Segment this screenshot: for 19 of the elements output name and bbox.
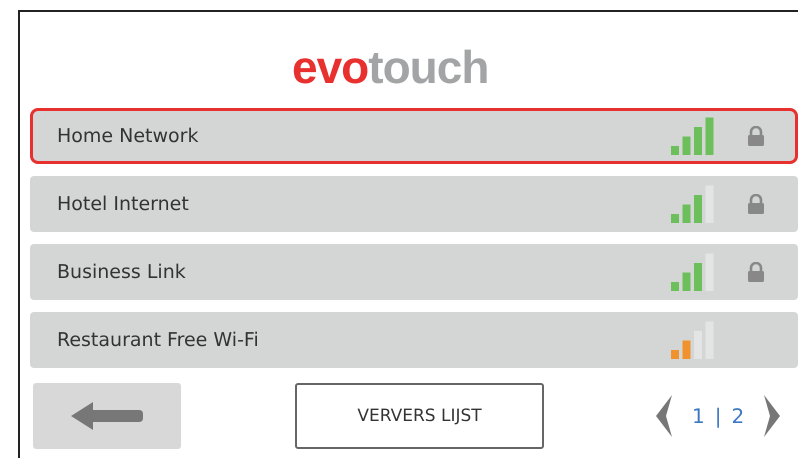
network-list-item[interactable]: Business Link (30, 244, 798, 300)
network-list-item[interactable]: Restaurant Free Wi-Fi (30, 312, 798, 368)
current-page-number: 1 (692, 404, 705, 428)
page-separator: | (714, 404, 722, 428)
left-arrow-icon (71, 402, 143, 430)
back-button[interactable] (33, 383, 181, 449)
network-list-item[interactable]: Hotel Internet (30, 176, 798, 232)
logo: evotouch (292, 42, 488, 92)
chevron-right-icon (762, 395, 782, 437)
previous-page-button[interactable] (654, 395, 674, 437)
chevron-left-icon (654, 395, 674, 437)
total-pages-number: 2 (731, 404, 744, 428)
network-name: Business Link (57, 261, 187, 283)
next-page-button[interactable] (762, 395, 782, 437)
network-list-item[interactable]: Home Network (30, 108, 798, 164)
refresh-list-button[interactable]: VERVERS LIJST (295, 383, 544, 449)
network-name: Restaurant Free Wi-Fi (57, 329, 260, 351)
network-name: Hotel Internet (57, 193, 190, 215)
network-name: Home Network (57, 125, 200, 147)
